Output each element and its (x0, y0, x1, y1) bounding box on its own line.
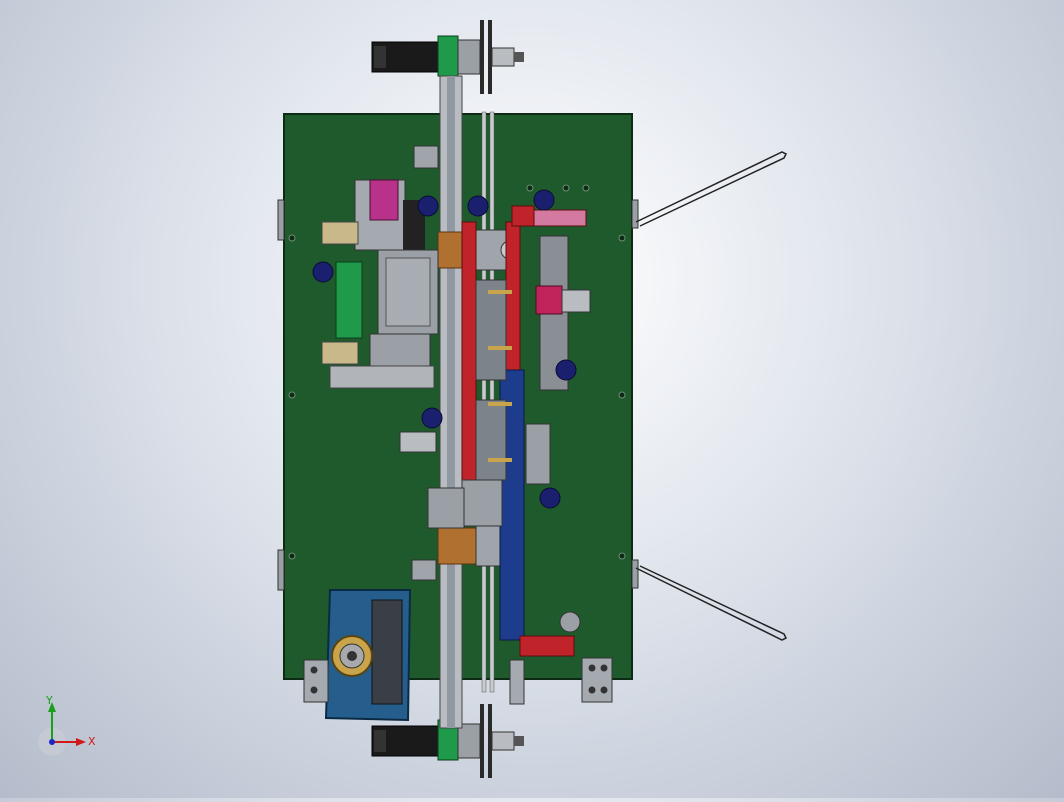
triad-x-label: X (88, 735, 96, 748)
cad-viewport[interactable]: Y X (0, 0, 1064, 798)
coordinate-triad (38, 702, 86, 756)
round-sensor (559, 611, 581, 633)
blue-housing (324, 589, 412, 722)
triad-y-label: Y (46, 694, 53, 707)
cables (635, 151, 788, 641)
assembly-drawing (38, 20, 788, 778)
